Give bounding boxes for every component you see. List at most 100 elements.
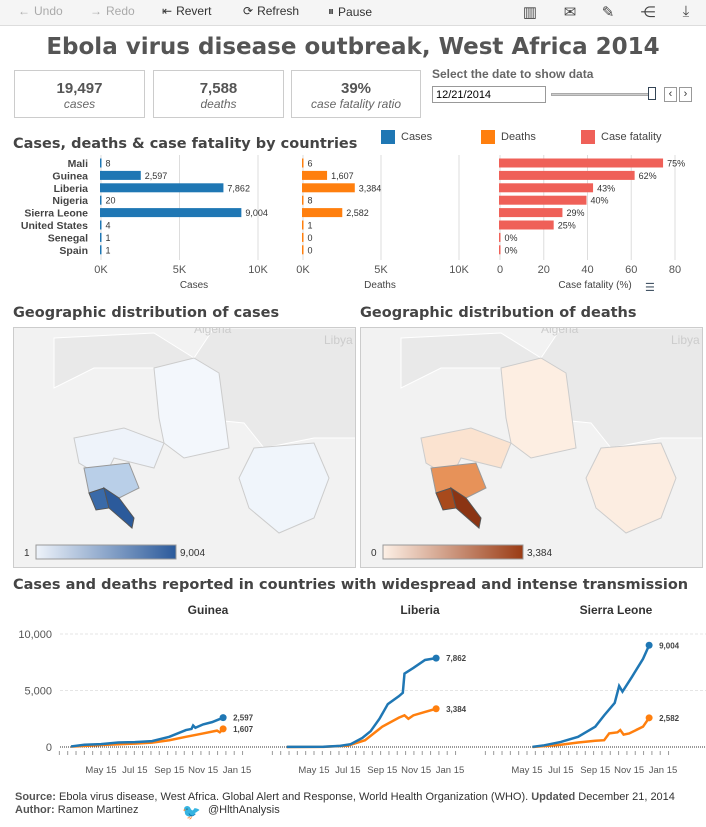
x-tick-label: Jan 15 <box>436 765 465 776</box>
bar <box>100 232 102 242</box>
bar <box>499 170 635 180</box>
map-cases[interactable]: Algeria Libya 1 9,004 <box>13 327 356 568</box>
axis-title: Case fatality (%) <box>558 280 631 291</box>
map-deaths[interactable]: Algeria Libya 0 3,384 <box>360 327 703 568</box>
deaths-end-label: 1,607 <box>233 725 254 734</box>
deaths-end-point <box>432 705 440 713</box>
bar <box>302 220 304 230</box>
twitter-icon[interactable]: 🐦 <box>182 803 201 821</box>
twitter-handle[interactable]: @HlthAnalysis <box>208 804 280 816</box>
edit-icon[interactable]: ✎ <box>598 3 618 23</box>
bar-label: 8 <box>308 196 313 206</box>
y-tick-label: 10,000 <box>18 629 52 641</box>
country-label: Liberia <box>54 183 89 195</box>
bar-label: 4 <box>106 221 111 231</box>
bar <box>100 158 102 168</box>
cases-end-label: 7,862 <box>446 654 467 663</box>
x-tick-label: Nov 15 <box>401 765 431 776</box>
color-legend-bar <box>35 544 177 560</box>
y-tick-label: 0 <box>46 742 52 754</box>
deaths-line <box>532 717 651 749</box>
bar-label: 43% <box>597 183 615 193</box>
map-label: Libya <box>671 333 700 347</box>
bar-label: 20 <box>106 196 116 206</box>
legend-cases[interactable]: Cases <box>381 130 432 144</box>
axis-tick-label: 0K <box>94 264 108 276</box>
bar <box>499 245 501 255</box>
mail-subscribe-icon[interactable]: ✉ <box>560 3 580 23</box>
axis-tick-label: 10K <box>248 264 268 276</box>
refresh-button[interactable]: ⟳ Refresh <box>243 4 299 18</box>
next-date-button[interactable]: › <box>679 87 692 102</box>
date-slider-track[interactable] <box>551 93 654 96</box>
undo-icon: ← <box>18 4 30 18</box>
color-legend-bar <box>382 544 524 560</box>
bar <box>302 158 304 168</box>
bar-label: 40% <box>591 196 609 206</box>
bar-label: 0 <box>308 233 313 243</box>
axis-tick-label: 0 <box>497 264 503 276</box>
bar-label: 0% <box>505 245 518 255</box>
download-icon[interactable]: ⤓ <box>676 3 696 23</box>
date-input[interactable] <box>432 86 546 103</box>
bar <box>302 208 343 218</box>
deaths-line <box>286 707 437 749</box>
legend-max: 9,004 <box>180 548 205 559</box>
x-tick-label: Jul 15 <box>122 765 147 776</box>
revert-icon: ⇤ <box>162 4 173 18</box>
cases-line <box>286 656 437 749</box>
legend-fatality[interactable]: Case fatality <box>581 130 662 144</box>
bar <box>499 158 664 168</box>
legend-swatch <box>381 130 395 144</box>
bar-label: 8 <box>106 159 111 169</box>
bar <box>100 170 141 180</box>
legend-swatch <box>581 130 595 144</box>
axis-tick-label: 40 <box>581 264 593 276</box>
bar <box>100 183 224 193</box>
date-slider-handle[interactable] <box>648 87 656 100</box>
refresh-icon: ⟳ <box>243 4 254 18</box>
bar-label: 7,862 <box>227 183 250 193</box>
bar <box>499 232 501 242</box>
sort-icon[interactable]: ☰ <box>645 281 655 294</box>
bar <box>499 195 587 205</box>
bar-label: 2,597 <box>145 171 168 181</box>
country-label: Nigeria <box>52 195 88 207</box>
bar <box>302 245 304 255</box>
redo-button[interactable]: → Redo <box>90 4 135 18</box>
axis-tick-label: 5K <box>173 264 187 276</box>
bar <box>100 245 102 255</box>
bar-label: 25% <box>558 221 576 231</box>
share-icon[interactable]: ⋲ <box>638 3 658 23</box>
footer-author: Author: Ramon Martinez <box>15 804 139 816</box>
x-tick-label: Sep 15 <box>367 765 397 776</box>
panel-title: Guinea <box>188 603 229 617</box>
chart-icon[interactable]: ▥ <box>520 3 540 23</box>
map-deaths-title: Geographic distribution of deaths <box>360 305 637 321</box>
panel-title: Sierra Leone <box>580 603 653 617</box>
undo-button[interactable]: ← Undo <box>18 4 63 18</box>
bar <box>302 170 328 180</box>
footer-source: Source: Ebola virus disease, West Africa… <box>15 791 675 803</box>
bar <box>499 208 563 218</box>
axis-tick-label: 0K <box>296 264 310 276</box>
bar <box>100 208 242 218</box>
bar-label: 1 <box>106 233 111 243</box>
axis-title: Deaths <box>364 280 396 291</box>
bar <box>100 220 102 230</box>
legend-deaths[interactable]: Deaths <box>481 130 536 144</box>
cases-end-label: 9,004 <box>659 641 680 650</box>
bar-label: 29% <box>566 208 584 218</box>
prev-date-button[interactable]: ‹ <box>664 87 677 102</box>
legend-max: 3,384 <box>527 548 552 559</box>
bar <box>499 220 554 230</box>
pause-button[interactable]: ⏸ Pause <box>328 4 372 19</box>
x-tick-label: May 15 <box>298 765 329 776</box>
axis-tick-label: 5K <box>374 264 388 276</box>
kpi-cases: 19,497 cases <box>14 70 145 118</box>
axis-tick-label: 80 <box>669 264 681 276</box>
country-mali <box>153 357 230 459</box>
kpi-deaths: 7,588 deaths <box>153 70 284 118</box>
revert-button[interactable]: ⇤ Revert <box>162 4 211 18</box>
cases-end-point <box>645 641 653 649</box>
